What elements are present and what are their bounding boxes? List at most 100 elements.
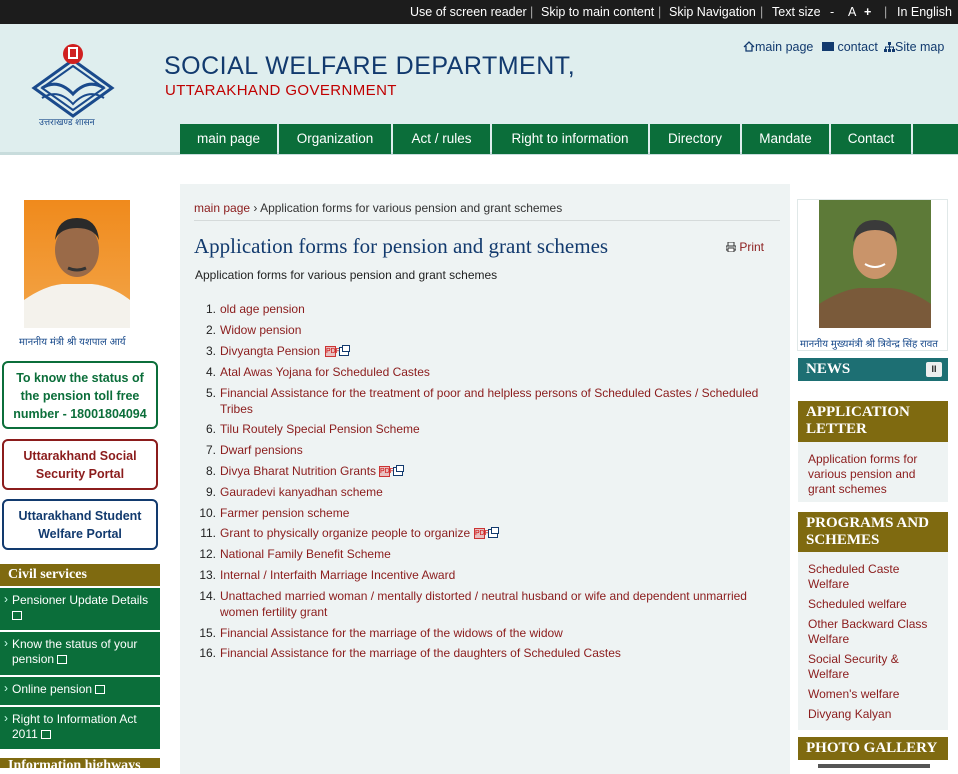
program-link[interactable]: Women's welfare [808, 687, 938, 702]
toll-free-box[interactable]: To know the status of the pension toll f… [2, 361, 158, 429]
application-forms-link[interactable]: Application forms for various pension an… [808, 452, 938, 497]
chief-minister-photo [819, 200, 931, 328]
civil-item-online-pension[interactable]: Online pension [0, 677, 160, 705]
pension-form-link[interactable]: old age pension [220, 301, 770, 317]
sitemap-link[interactable]: Site map [884, 40, 944, 54]
gallery-thumbnail[interactable] [818, 764, 930, 768]
breadcrumb: main page › Application forms for variou… [194, 201, 562, 215]
pension-form-link[interactable]: National Family Benefit Scheme [220, 546, 770, 562]
nav-act-rules[interactable]: Act / rules [393, 124, 490, 154]
programs-links: Scheduled Caste Welfare Scheduled welfar… [798, 552, 948, 730]
student-welfare-portal-button[interactable]: Uttarakhand Student Welfare Portal [2, 499, 158, 550]
screen-reader-link[interactable]: Use of screen reader [410, 5, 527, 19]
divider: | [530, 5, 534, 19]
pause-button[interactable]: II [926, 362, 942, 377]
divider: | [760, 5, 764, 19]
pension-form-link[interactable]: Divyangta Pension [220, 343, 320, 359]
external-link-icon [57, 655, 68, 665]
nav-contact[interactable]: Contact [831, 124, 911, 154]
breadcrumb-divider [194, 220, 780, 221]
nav-mandate[interactable]: Mandate [742, 124, 829, 154]
civil-item-label: Online pension [12, 682, 93, 696]
pension-form-link[interactable]: Financial Assistance for the marriage of… [220, 645, 770, 661]
skip-main-link[interactable]: Skip to main content [541, 5, 654, 19]
pension-form-link[interactable]: Internal / Interfaith Marriage Incentive… [220, 567, 770, 583]
pension-form-link[interactable]: Divya Bharat Nutrition Grants [220, 463, 376, 479]
external-link-icon [95, 685, 106, 695]
logo-caption: उत्तराखण्ड शासन [39, 117, 95, 127]
minister-photo [24, 200, 130, 328]
skip-navigation-link[interactable]: Skip Navigation [669, 5, 756, 19]
text-size-label: Text size [772, 5, 821, 19]
text-size-increase[interactable]: + [864, 5, 871, 19]
site-subtitle: UTTARAKHAND GOVERNMENT [165, 82, 397, 99]
program-link[interactable]: Divyang Kalyan [808, 707, 938, 722]
pension-form-link[interactable]: Gauradevi kanyadhan scheme [220, 484, 770, 500]
external-link-icon[interactable] [339, 345, 350, 357]
civil-item-label: Right to Information Act 2011 [12, 712, 137, 741]
divider: | [658, 5, 662, 19]
site-title: SOCIAL WELFARE DEPARTMENT, [164, 52, 576, 80]
civil-item-pension-status[interactable]: Know the status of your pension [0, 632, 160, 675]
print-label: Print [739, 240, 765, 254]
civil-item-rti-act[interactable]: Right to Information Act 2011 [0, 707, 160, 749]
nav-filler [913, 124, 958, 154]
program-link[interactable]: Scheduled Caste Welfare [808, 562, 938, 592]
divider: | [884, 5, 888, 19]
sitemap-icon [884, 41, 895, 52]
pdf-icon[interactable]: PDF [325, 346, 340, 358]
pension-form-link[interactable]: Farmer pension scheme [220, 505, 770, 521]
language-toggle[interactable]: In English [897, 5, 952, 19]
list-item: 14. Unattached married woman / mentally d… [196, 588, 766, 620]
social-security-portal-button[interactable]: Uttarakhand Social Security Portal [2, 439, 158, 490]
nav-organization[interactable]: Organization [279, 124, 391, 154]
program-link[interactable]: Other Backward Class Welfare [808, 617, 938, 647]
text-size-normal[interactable]: A [848, 5, 856, 19]
application-letter-heading: APPLICATION LETTER [798, 401, 948, 442]
list-item: 5. Financial Assistance for the treatment… [196, 385, 766, 417]
pension-form-link[interactable]: Atal Awas Yojana for Scheduled Castes [220, 364, 770, 380]
civil-services-heading: Civil services [0, 564, 160, 586]
pension-form-link[interactable]: Financial Assistance for the marriage of… [220, 625, 770, 641]
home-link-label: main page [755, 40, 814, 54]
civil-item-label: Know the status of your pension [12, 637, 138, 666]
external-link-icon [41, 730, 52, 740]
pdf-icon[interactable]: PDF [379, 466, 394, 478]
program-link[interactable]: Scheduled welfare [808, 597, 938, 612]
external-link-icon[interactable] [488, 527, 499, 539]
external-link-icon[interactable] [393, 465, 404, 477]
civil-item-pensioner-update[interactable]: Pensioner Update Details [0, 588, 160, 630]
news-title: NEWS [806, 361, 851, 377]
news-heading: NEWS II [798, 358, 948, 381]
nav-directory[interactable]: Directory [650, 124, 740, 154]
breadcrumb-separator: › [253, 201, 258, 215]
page-description: Application forms for various pension an… [195, 268, 498, 282]
application-links: Application forms for various pension an… [798, 442, 948, 502]
nav-main-page[interactable]: main page [180, 124, 277, 154]
breadcrumb-home-link[interactable]: main page [194, 201, 250, 215]
text-size-decrease[interactable]: - [830, 5, 834, 19]
accessibility-bar: Use of screen reader | Skip to main cont… [0, 0, 958, 24]
pension-form-link[interactable]: Financial Assistance for the treatment o… [220, 385, 770, 417]
page-title: Application forms for pension and grant … [194, 234, 609, 258]
program-link[interactable]: Social Security & Welfare [808, 652, 938, 682]
home-icon [743, 41, 755, 52]
breadcrumb-current: Application forms for various pension an… [260, 201, 563, 215]
nav-right-to-information[interactable]: Right to information [492, 124, 648, 154]
pdf-icon[interactable]: PDF [474, 528, 489, 540]
pension-form-link[interactable]: Unattached married woman / mentally dist… [220, 588, 770, 620]
contact-link[interactable]: contact [822, 40, 878, 54]
external-link-icon [12, 611, 22, 621]
sitemap-link-label: Site map [895, 40, 945, 54]
pension-form-link[interactable]: Grant to physically organize people to o… [220, 525, 470, 541]
civil-item-label: Pensioner Update Details [12, 593, 149, 607]
print-icon [725, 241, 737, 253]
pension-form-link[interactable]: Dwarf pensions [220, 442, 770, 458]
home-link[interactable]: main page [743, 40, 813, 54]
chief-minister-caption: माननीय मुख्यमंत्री श्री त्रिवेन्द्र सिंह… [800, 339, 939, 350]
print-link[interactable]: Print [725, 240, 765, 254]
pension-form-link[interactable]: Tilu Routely Special Pension Scheme [220, 421, 770, 437]
pension-form-link[interactable]: Widow pension [220, 322, 770, 338]
information-heading: Information highways [0, 758, 160, 768]
contact-link-label: contact [837, 40, 878, 54]
